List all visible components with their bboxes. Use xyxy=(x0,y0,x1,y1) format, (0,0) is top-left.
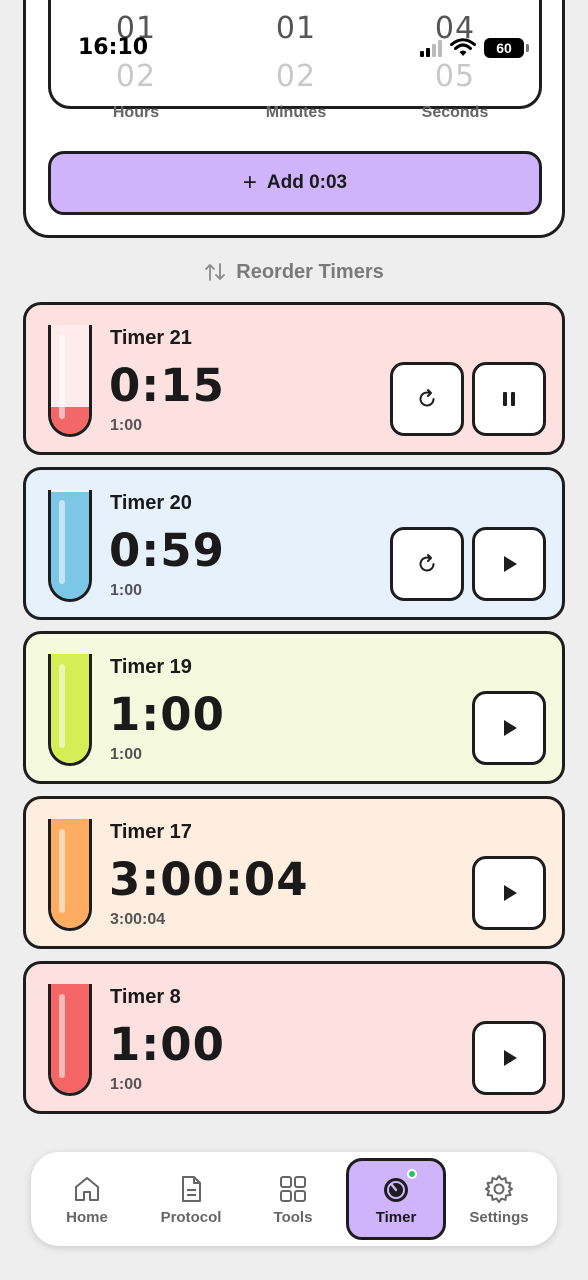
timer-name: Timer 19 xyxy=(110,656,192,678)
reset-button[interactable] xyxy=(390,362,464,436)
nav-home[interactable]: Home xyxy=(37,1152,137,1246)
progress-tube xyxy=(48,490,92,602)
tube-shine xyxy=(59,829,65,913)
timer-duration: 3:00:04 xyxy=(110,911,166,928)
document-icon xyxy=(182,1175,201,1202)
timer-card[interactable]: Timer 19 1:00 1:00 xyxy=(23,631,565,784)
nav-home-label: Home xyxy=(66,1208,108,1226)
minutes-label: Minutes xyxy=(265,104,327,121)
reorder-label: Reorder Timers xyxy=(236,260,384,283)
bottom-nav: Home Protocol Tools Timer Settings xyxy=(31,1152,557,1246)
timer-remaining: 3:00:04 xyxy=(109,853,309,906)
tube-shine xyxy=(59,500,65,584)
sort-arrows-icon xyxy=(205,263,226,281)
hours-label: Hours xyxy=(112,104,160,121)
battery-indicator: 60 xyxy=(484,38,524,58)
status-icons: 60 xyxy=(420,37,529,59)
play-button[interactable] xyxy=(472,527,546,601)
progress-tube xyxy=(48,654,92,766)
reorder-timers-button[interactable]: Reorder Timers xyxy=(0,258,588,286)
add-timer-label: Add 0:03 xyxy=(266,172,348,193)
nav-protocol[interactable]: Protocol xyxy=(141,1152,241,1246)
tube-shine xyxy=(59,994,65,1078)
nav-timer-label: Timer xyxy=(375,1208,417,1226)
timer-card[interactable]: Timer 8 1:00 1:00 xyxy=(23,961,565,1114)
nav-tools-label: Tools xyxy=(273,1208,313,1226)
timer-remaining: 0:15 xyxy=(109,359,225,412)
play-icon xyxy=(498,717,520,739)
play-icon xyxy=(498,882,520,904)
timer-duration: 1:00 xyxy=(110,417,143,434)
play-button[interactable] xyxy=(472,856,546,930)
play-icon xyxy=(498,1047,520,1069)
nav-tools[interactable]: Tools xyxy=(243,1152,343,1246)
timer-remaining: 0:59 xyxy=(109,524,225,577)
wifi-icon xyxy=(450,38,476,56)
tube-fill xyxy=(51,492,89,599)
seconds-next: 05 xyxy=(434,59,476,94)
play-icon xyxy=(498,553,520,575)
tube-fill xyxy=(51,819,89,928)
pause-icon xyxy=(498,388,520,410)
nav-settings-label: Settings xyxy=(469,1208,529,1226)
battery-cap xyxy=(526,44,529,52)
grid-icon xyxy=(280,1175,306,1202)
timer-name: Timer 17 xyxy=(110,821,192,843)
reset-icon xyxy=(415,552,439,576)
minutes-next: 02 xyxy=(275,59,317,94)
timer-icon xyxy=(384,1177,408,1202)
timer-duration: 1:00 xyxy=(110,1076,143,1093)
timer-duration: 1:00 xyxy=(110,582,143,599)
progress-tube xyxy=(48,819,92,931)
home-icon xyxy=(75,1176,99,1201)
timer-card[interactable]: Timer 21 0:15 1:00 xyxy=(23,302,565,455)
timer-name: Timer 8 xyxy=(110,986,181,1008)
timer-name: Timer 20 xyxy=(110,492,192,514)
progress-tube xyxy=(48,984,92,1096)
timer-remaining: 1:00 xyxy=(109,688,225,741)
timer-duration: 1:00 xyxy=(110,746,143,763)
minutes-wheel[interactable]: 01 02 Minutes xyxy=(216,0,376,121)
gear-icon xyxy=(485,1174,513,1203)
progress-tube xyxy=(48,325,92,437)
plus-icon: + xyxy=(242,169,257,196)
hours-next: 02 xyxy=(115,59,157,94)
nav-timer[interactable]: Timer xyxy=(346,1158,446,1240)
nav-settings[interactable]: Settings xyxy=(449,1152,549,1246)
tube-fill xyxy=(51,406,89,434)
add-timer-button[interactable]: + Add 0:03 xyxy=(48,151,542,215)
play-button[interactable] xyxy=(472,691,546,765)
timer-card[interactable]: Timer 20 0:59 1:00 xyxy=(23,467,565,620)
minutes-current: 01 xyxy=(275,11,317,46)
timer-card[interactable]: Timer 17 3:00:04 3:00:04 xyxy=(23,796,565,949)
nav-protocol-label: Protocol xyxy=(160,1208,222,1226)
tube-fill xyxy=(51,984,89,1093)
pause-button[interactable] xyxy=(472,362,546,436)
reset-button[interactable] xyxy=(390,527,464,601)
notification-dot xyxy=(407,1169,417,1179)
seconds-label: Seconds xyxy=(421,104,489,121)
play-button[interactable] xyxy=(472,1021,546,1095)
tube-shine xyxy=(59,335,65,419)
tube-fill xyxy=(51,654,89,763)
timer-remaining: 1:00 xyxy=(109,1018,225,1071)
timer-name: Timer 21 xyxy=(110,327,192,349)
tube-shine xyxy=(59,664,65,748)
reset-icon xyxy=(415,387,439,411)
status-time: 16:10 xyxy=(78,35,149,60)
signal-icon xyxy=(420,39,442,57)
